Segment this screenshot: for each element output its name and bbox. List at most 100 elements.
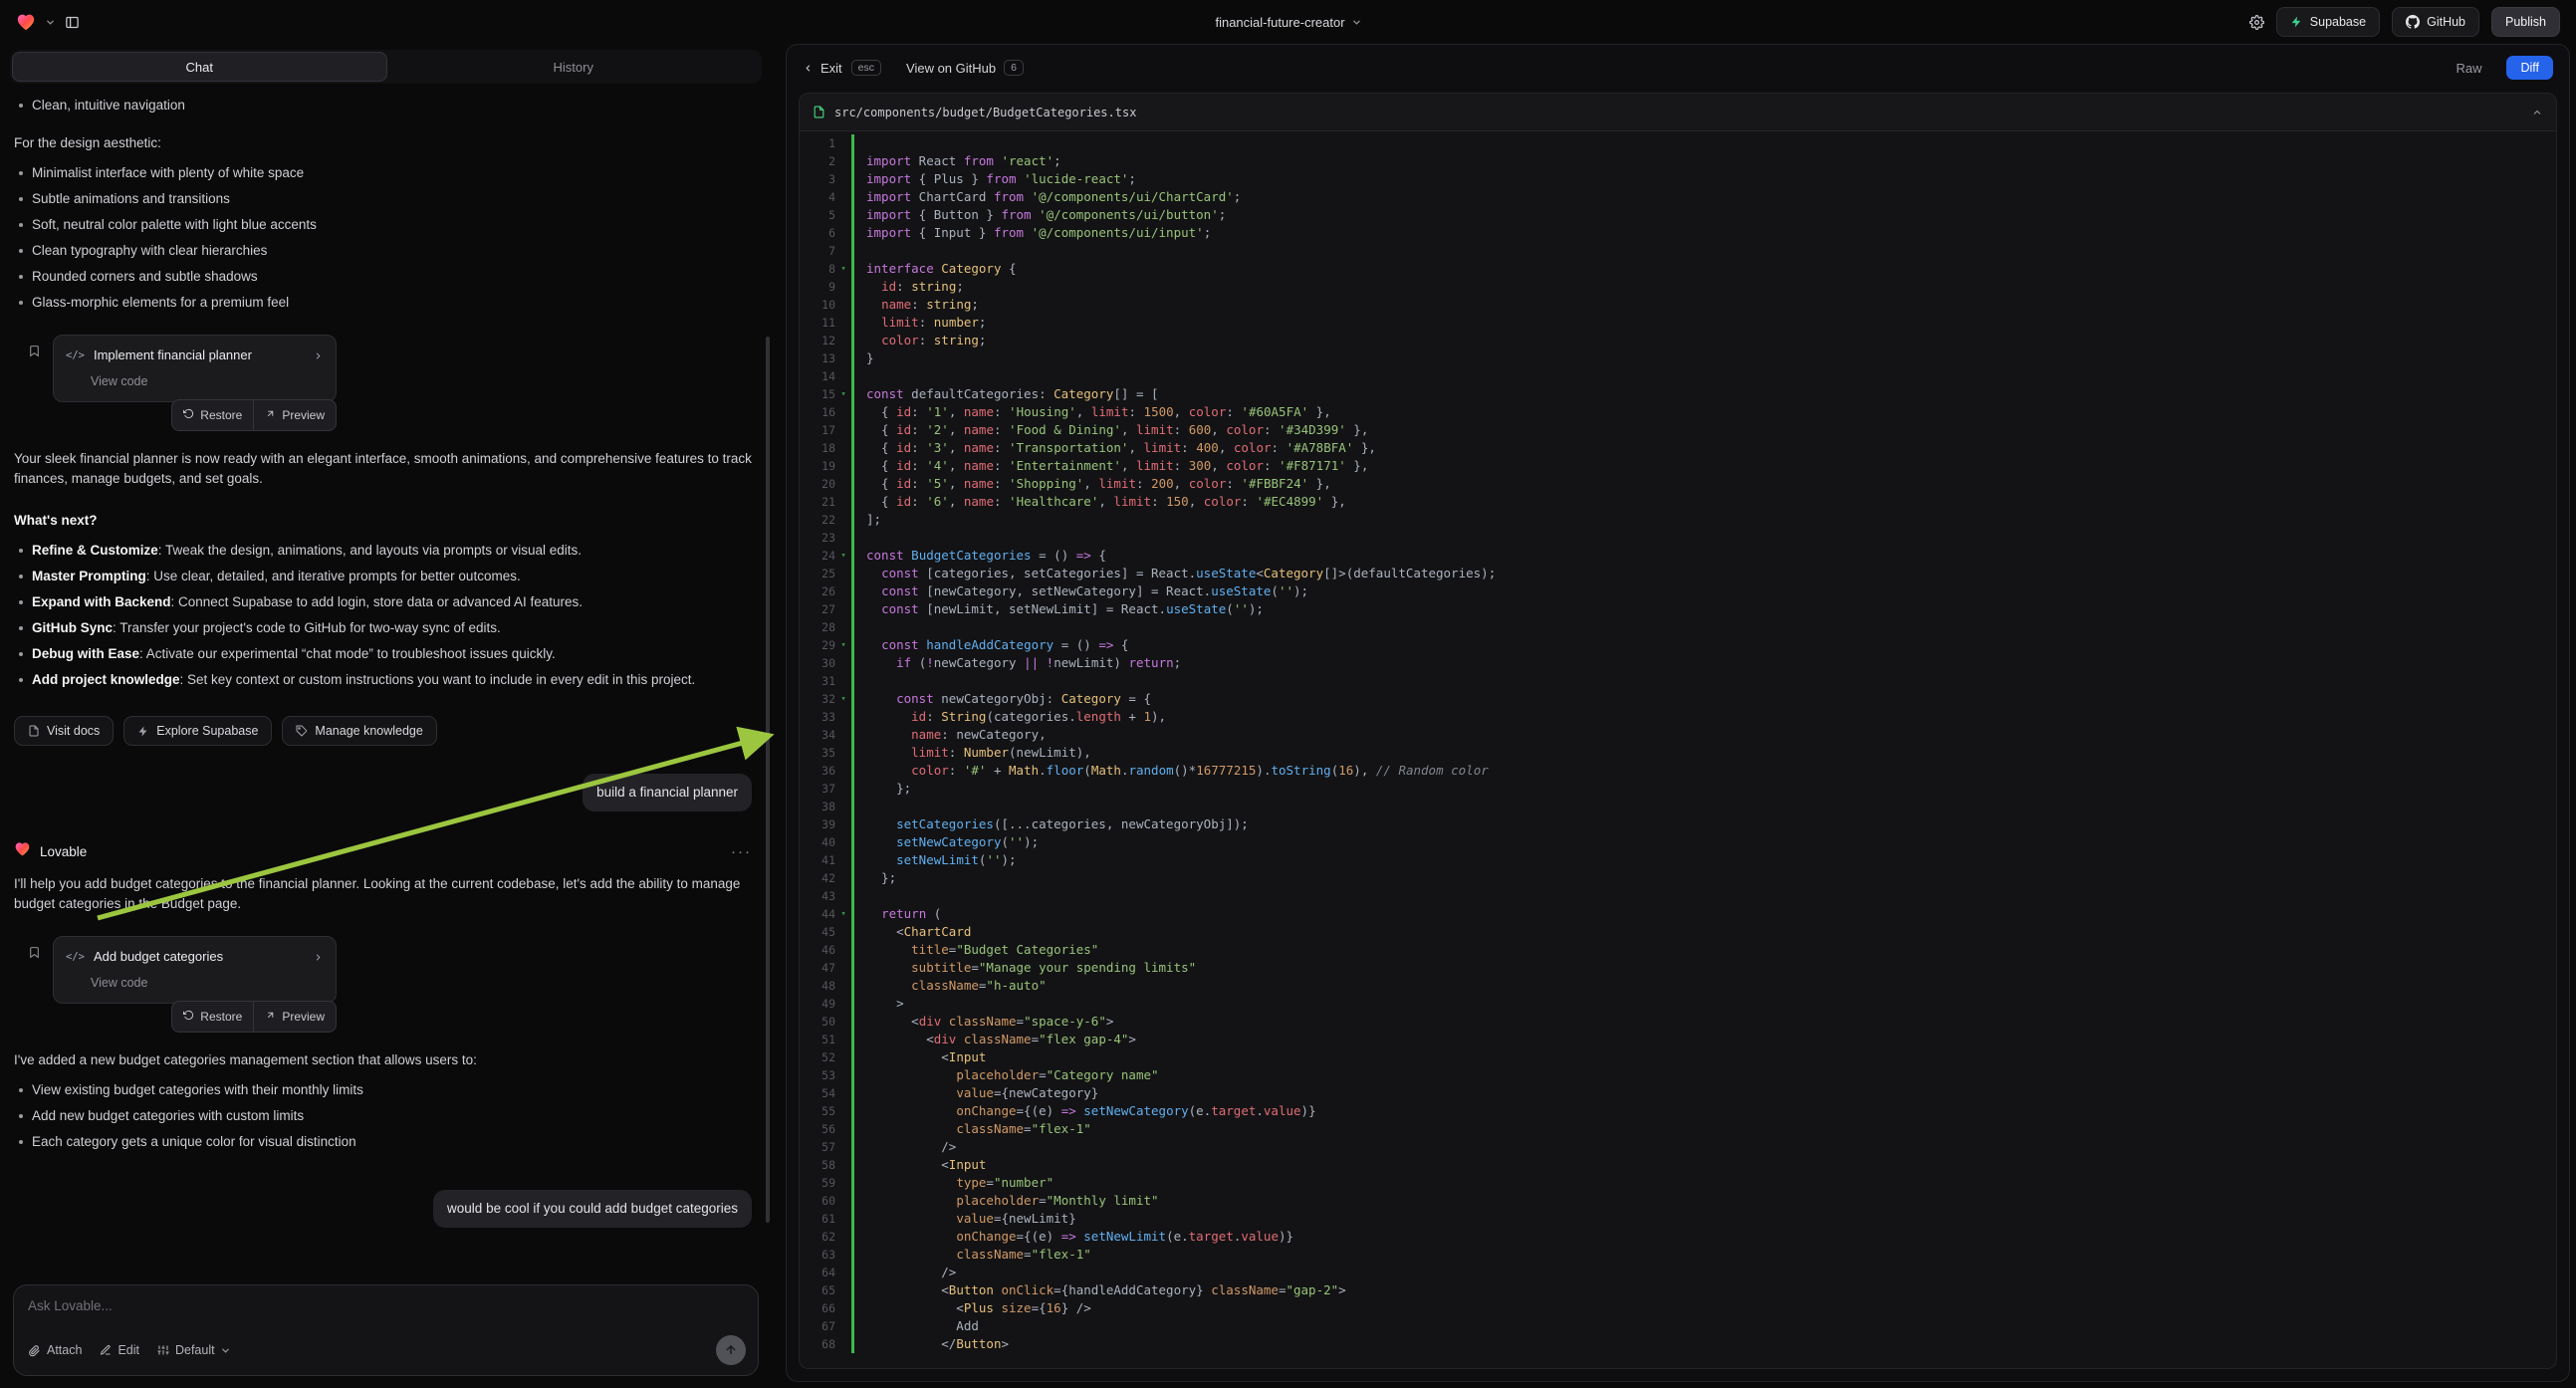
quick-actions: Visit docs Explore Supabase Manage knowl… xyxy=(14,716,752,746)
code-line: 34 name: newCategory, xyxy=(800,726,2556,744)
code-line: 35 limit: Number(newLimit), xyxy=(800,744,2556,762)
logo-chevron-down-icon[interactable] xyxy=(46,18,55,27)
view-on-github-button[interactable]: View on GitHub 6 xyxy=(906,60,1024,76)
github-icon xyxy=(2406,15,2420,29)
code-line: 51 <div className="flex gap-4"> xyxy=(800,1031,2556,1048)
view-code-link[interactable]: View code xyxy=(91,371,324,391)
bookmark-icon[interactable] xyxy=(28,946,41,959)
restore-button[interactable]: Restore xyxy=(172,1002,253,1032)
project-name: financial-future-creator xyxy=(1215,15,1344,30)
code-line: 52 <Input xyxy=(800,1048,2556,1066)
code-line: 14 xyxy=(800,367,2556,385)
user-message: would be cool if you could add budget ca… xyxy=(433,1190,752,1228)
chevron-down-icon xyxy=(221,1346,230,1355)
code-change-card[interactable]: </> Implement financial planner View cod… xyxy=(53,335,337,402)
chat-scrollbar[interactable] xyxy=(766,337,770,1223)
preview-button[interactable]: Preview xyxy=(253,400,336,430)
chat-input[interactable] xyxy=(28,1298,746,1313)
raw-toggle-button[interactable]: Raw xyxy=(2456,61,2481,76)
code-line: 43 xyxy=(800,887,2556,905)
attach-button[interactable]: Attach xyxy=(28,1343,82,1357)
user-message-row: would be cool if you could add budget ca… xyxy=(14,1190,752,1228)
list-item: Minimalist interface with plenty of whit… xyxy=(14,163,752,183)
code-line: 60 placeholder="Monthly limit" xyxy=(800,1192,2556,1210)
code-line: 8▾interface Category { xyxy=(800,260,2556,278)
code-line: 39 setCategories([...categories, newCate… xyxy=(800,815,2556,833)
code-line: 12 color: string; xyxy=(800,332,2556,349)
code-change-card[interactable]: </> Add budget categories View code xyxy=(53,936,337,1004)
settings-gear-icon[interactable] xyxy=(2249,15,2264,30)
code-line: 4import ChartCard from '@/components/ui/… xyxy=(800,188,2556,206)
code-line: 19 { id: '4', name: 'Entertainment', lim… xyxy=(800,457,2556,475)
user-message-row: build a financial planner xyxy=(14,774,752,811)
bookmark-icon[interactable] xyxy=(28,345,41,357)
list-item: View existing budget categories with the… xyxy=(14,1080,752,1100)
preview-icon xyxy=(265,1007,276,1027)
view-code-link[interactable]: View code xyxy=(91,973,324,993)
code-line: 5import { Button } from '@/components/ui… xyxy=(800,206,2556,224)
visit-docs-button[interactable]: Visit docs xyxy=(14,716,114,746)
send-button[interactable] xyxy=(716,1335,746,1365)
edit-mode-button[interactable]: Edit xyxy=(100,1343,139,1357)
code-editor[interactable]: 12import React from 'react';3import { Pl… xyxy=(800,131,2556,1368)
code-line: 31 xyxy=(800,672,2556,690)
code-line: 17 { id: '2', name: 'Food & Dining', lim… xyxy=(800,421,2556,439)
project-switcher[interactable]: financial-future-creator xyxy=(1215,15,1360,30)
main-split: Chat History Clean, intuitive navigation… xyxy=(0,44,2576,1388)
card-title: Implement financial planner xyxy=(94,346,252,365)
code-line: 68 </Button> xyxy=(800,1335,2556,1353)
code-line: 37 }; xyxy=(800,780,2556,798)
lovable-logo-icon[interactable] xyxy=(16,13,36,31)
sidebar-toggle-icon[interactable] xyxy=(65,15,80,30)
chevron-right-icon xyxy=(313,350,324,361)
list-item: Rounded corners and subtle shadows xyxy=(14,267,752,287)
assistant-paragraph: Your sleek financial planner is now read… xyxy=(14,449,752,489)
knowledge-tag-icon xyxy=(296,725,308,737)
code-line: 63 className="flex-1" xyxy=(800,1246,2556,1264)
chevron-down-icon xyxy=(1352,18,1361,27)
sliders-icon xyxy=(157,1344,169,1356)
code-line: 16 { id: '1', name: 'Housing', limit: 15… xyxy=(800,403,2556,421)
message-menu-icon[interactable]: ··· xyxy=(731,842,752,862)
diff-toggle-button[interactable]: Diff xyxy=(2506,56,2553,80)
code-line: 30 if (!newCategory || !newLimit) return… xyxy=(800,654,2556,672)
tab-history[interactable]: History xyxy=(387,52,761,82)
lovable-heart-icon xyxy=(14,841,31,862)
tab-chat[interactable]: Chat xyxy=(12,52,387,82)
mode-selector[interactable]: Default xyxy=(157,1343,230,1357)
code-line: 24▾const BudgetCategories = () => { xyxy=(800,547,2556,565)
file-path: src/components/budget/BudgetCategories.t… xyxy=(834,106,1136,119)
list-item: Soft, neutral color palette with light b… xyxy=(14,215,752,235)
restore-button[interactable]: Restore xyxy=(172,400,253,430)
code-line: 15▾const defaultCategories: Category[] =… xyxy=(800,385,2556,403)
file-header[interactable]: src/components/budget/BudgetCategories.t… xyxy=(800,94,2556,131)
added-features-list: View existing budget categories with the… xyxy=(14,1080,752,1152)
design-bullets: Minimalist interface with plenty of whit… xyxy=(14,163,752,313)
list-item: Debug with Ease: Activate our experiment… xyxy=(14,644,752,664)
code-change-block: </> Implement financial planner View cod… xyxy=(14,335,752,431)
exit-button[interactable]: Exit xyxy=(803,61,842,76)
code-line: 7 xyxy=(800,242,2556,260)
code-line: 38 xyxy=(800,798,2556,815)
file-count-badge: 6 xyxy=(1004,60,1024,76)
assistant-paragraph: I'll help you add budget categories to t… xyxy=(14,874,752,914)
list-item: Master Prompting: Use clear, detailed, a… xyxy=(14,567,752,586)
supabase-icon xyxy=(137,725,149,738)
card-toolbar: Restore Preview xyxy=(171,399,337,431)
supabase-button[interactable]: Supabase xyxy=(2276,7,2380,37)
manage-knowledge-button[interactable]: Manage knowledge xyxy=(282,716,436,746)
github-button[interactable]: GitHub xyxy=(2392,7,2479,37)
code-icon: </> xyxy=(66,947,85,967)
chevron-up-icon[interactable] xyxy=(2531,107,2543,118)
code-line: 62 onChange={(e) => setNewLimit(e.target… xyxy=(800,1228,2556,1246)
code-line: 11 limit: number; xyxy=(800,314,2556,332)
explore-supabase-button[interactable]: Explore Supabase xyxy=(123,716,272,746)
code-line: 32▾ const newCategoryObj: Category = { xyxy=(800,690,2556,708)
preview-button[interactable]: Preview xyxy=(253,1002,336,1032)
docs-icon xyxy=(28,725,40,737)
publish-button[interactable]: Publish xyxy=(2491,7,2560,37)
list-item: Add project knowledge: Set key context o… xyxy=(14,670,752,690)
arrow-up-icon xyxy=(724,1343,738,1357)
supabase-icon xyxy=(2290,15,2303,29)
code-line: 42 }; xyxy=(800,869,2556,887)
